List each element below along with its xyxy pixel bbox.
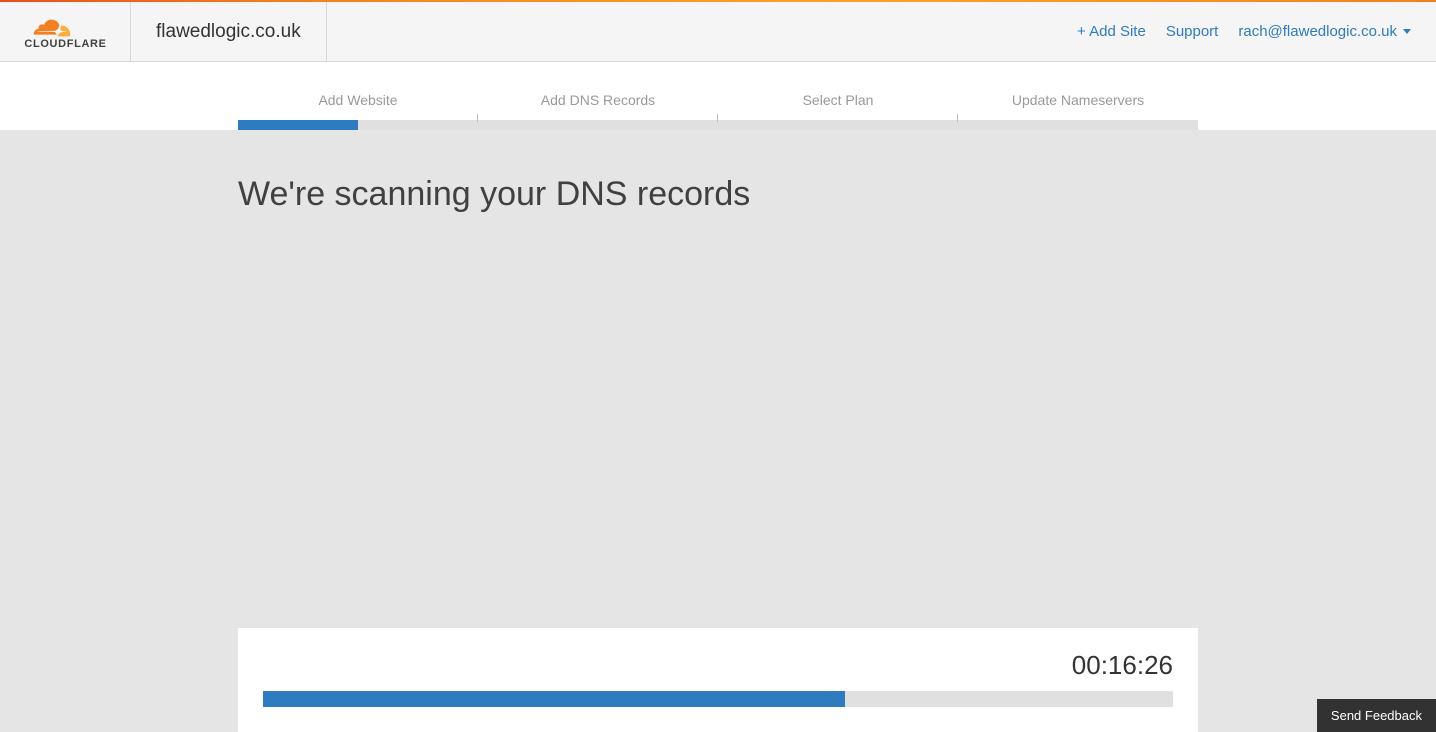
support-link[interactable]: Support <box>1166 23 1219 40</box>
step-add-dns-records: Add DNS Records <box>478 92 718 120</box>
onboarding-steps: Add Website Add DNS Records Select Plan … <box>0 62 1436 130</box>
page-title: We're scanning your DNS records <box>238 175 1198 214</box>
cloudflare-logo-icon: CLOUDFLARE <box>13 13 118 50</box>
user-menu[interactable]: rach@flawedlogic.co.uk <box>1238 23 1411 40</box>
scan-progress-bar <box>263 691 1173 707</box>
step-add-website: Add Website <box>238 92 478 120</box>
user-email: rach@flawedlogic.co.uk <box>1238 23 1397 40</box>
steps-progress-bar <box>238 120 1198 130</box>
scan-progress-fill <box>263 691 845 707</box>
site-domain[interactable]: flawedlogic.co.uk <box>131 2 327 62</box>
cloudflare-logo[interactable]: CLOUDFLARE <box>0 2 131 62</box>
svg-text:CLOUDFLARE: CLOUDFLARE <box>24 38 106 49</box>
header: CLOUDFLARE flawedlogic.co.uk + Add Site … <box>0 2 1436 62</box>
steps-progress-fill <box>238 120 358 130</box>
chevron-down-icon <box>1403 29 1411 34</box>
send-feedback-button[interactable]: Send Feedback <box>1317 699 1436 732</box>
scan-panel: 00:16:26 <box>238 628 1198 732</box>
main-content: We're scanning your DNS records <box>0 130 1436 214</box>
step-update-nameservers: Update Nameservers <box>958 92 1198 120</box>
step-select-plan: Select Plan <box>718 92 958 120</box>
add-site-link[interactable]: + Add Site <box>1077 23 1146 40</box>
scan-timer: 00:16:26 <box>263 650 1173 681</box>
